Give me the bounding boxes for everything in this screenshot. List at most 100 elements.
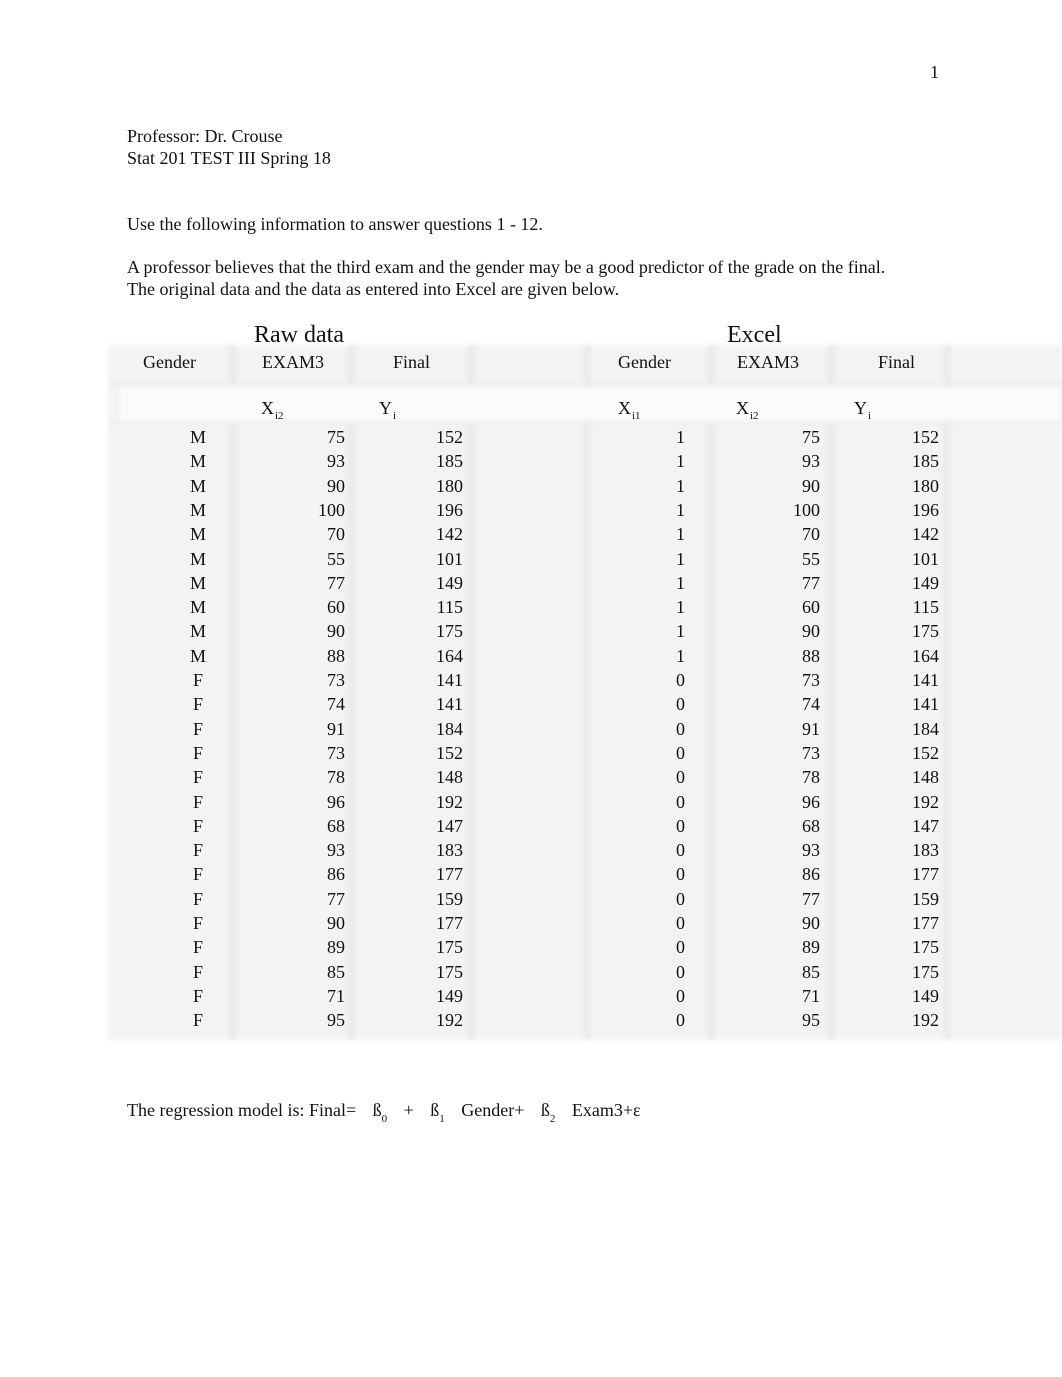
excel-cell: 0 [676, 888, 685, 909]
excel-cell: 90 [802, 621, 820, 642]
excel-cell: 159 [912, 888, 939, 909]
excel-header-gender: Gender [618, 352, 671, 372]
excel-cell: 1 [676, 475, 685, 496]
excel-cell: 55 [802, 548, 820, 569]
excel-cell: 95 [802, 1010, 820, 1031]
excel-cell: 152 [912, 427, 939, 447]
raw-cell: 90 [327, 621, 345, 642]
raw-cell: M [189, 597, 206, 618]
raw-cell: F [192, 840, 203, 861]
raw-cell: M [189, 524, 206, 545]
excel-cell: 141 [912, 694, 939, 715]
excel-cell: 100 [793, 499, 820, 520]
excel-cell: 1 [676, 524, 685, 545]
excel-cell: 60 [802, 597, 820, 618]
raw-cell: 73 [327, 742, 345, 763]
excel-cell: 149 [912, 985, 939, 1006]
excel-cell: 148 [912, 767, 939, 788]
raw-cell: 148 [436, 767, 463, 788]
excel-cell: 141 [912, 670, 939, 690]
raw-cell: 60 [327, 597, 345, 618]
raw-cell: M [189, 427, 206, 447]
excel-cell: 1 [676, 499, 685, 520]
excel-cell: 93 [802, 840, 820, 861]
raw-cell: 100 [318, 499, 345, 520]
raw-cell: 88 [327, 645, 345, 666]
raw-header-final: Final [393, 352, 431, 372]
raw-cell: 115 [436, 597, 463, 618]
spreadsheet-background [108, 345, 1062, 1040]
raw-cell: 78 [327, 767, 345, 788]
raw-cell: 192 [436, 791, 463, 812]
excel-cell: 73 [802, 670, 820, 690]
raw-cell: 95 [327, 1010, 345, 1031]
raw-cell: F [192, 1010, 203, 1031]
excel-cell: 175 [912, 937, 939, 958]
excel-cell: 1 [676, 572, 685, 593]
raw-cell: 164 [436, 645, 463, 666]
excel-cell: 0 [676, 864, 685, 885]
raw-cell: 141 [436, 694, 463, 715]
beta-0: ß0 [372, 1100, 388, 1125]
excel-cell: 183 [912, 840, 939, 861]
plus-sign: + [403, 1100, 414, 1120]
excel-cell: 1 [676, 597, 685, 618]
excel-cell: 70 [802, 524, 820, 545]
raw-cell: M [189, 475, 206, 496]
raw-cell: 75 [327, 427, 345, 447]
excel-cell: 0 [676, 985, 685, 1006]
excel-cell: 177 [912, 864, 939, 885]
excel-cell: 0 [676, 961, 685, 982]
excel-cell: 0 [676, 1010, 685, 1031]
excel-cell: 175 [912, 961, 939, 982]
excel-cell: 96 [802, 791, 820, 812]
raw-header-exam3: EXAM3 [262, 352, 324, 372]
excel-cell: 1 [676, 548, 685, 569]
excel-cell: 75 [802, 427, 820, 447]
raw-header-gender: Gender [143, 352, 196, 372]
raw-cell: 147 [436, 815, 463, 836]
raw-cell: F [192, 694, 203, 715]
excel-header-final: Final [878, 352, 916, 372]
raw-cell: 149 [436, 985, 463, 1006]
raw-cell: F [192, 961, 203, 982]
excel-cell: 0 [676, 791, 685, 812]
excel-cell: 77 [802, 888, 820, 909]
raw-cell: M [189, 572, 206, 593]
raw-cell: F [192, 767, 203, 788]
raw-cell: 196 [436, 499, 463, 520]
excel-cell: 74 [802, 694, 820, 715]
excel-cell: 90 [802, 475, 820, 496]
excel-cell: 0 [676, 718, 685, 739]
excel-cell: 177 [912, 913, 939, 933]
excel-cell: 91 [802, 718, 820, 739]
excel-cell: 142 [912, 524, 939, 545]
page-number: 1 [930, 62, 939, 82]
raw-cell: 73 [327, 670, 345, 690]
raw-cell: 177 [436, 913, 463, 933]
raw-cell: 55 [327, 548, 345, 569]
raw-cell: 175 [436, 621, 463, 642]
raw-cell: 192 [436, 1010, 463, 1031]
beta-2: ß2 [540, 1100, 556, 1125]
regression-model: The regression model is: Final= ß0 + ß1 … [127, 1100, 641, 1125]
raw-cell: M [189, 499, 206, 520]
gender-term: Gender+ [461, 1100, 525, 1120]
excel-cell: 93 [802, 451, 820, 472]
raw-cell: 90 [327, 913, 345, 933]
excel-cell: 0 [676, 767, 685, 788]
raw-cell: 141 [436, 670, 463, 690]
excel-cell: 85 [802, 961, 820, 982]
excel-cell: 0 [676, 840, 685, 861]
excel-cell: 68 [802, 815, 820, 836]
raw-cell: M [189, 548, 206, 569]
excel-cell: 86 [802, 864, 820, 885]
beta-1: ß1 [430, 1100, 445, 1125]
raw-cell: F [192, 888, 203, 909]
regression-prefix: The regression model is: Final= [127, 1100, 357, 1120]
raw-cell: F [192, 718, 203, 739]
excel-cell: 78 [802, 767, 820, 788]
instructions: Use the following information to answer … [127, 214, 543, 234]
excel-cell: 0 [676, 815, 685, 836]
raw-cell: 91 [327, 718, 345, 739]
